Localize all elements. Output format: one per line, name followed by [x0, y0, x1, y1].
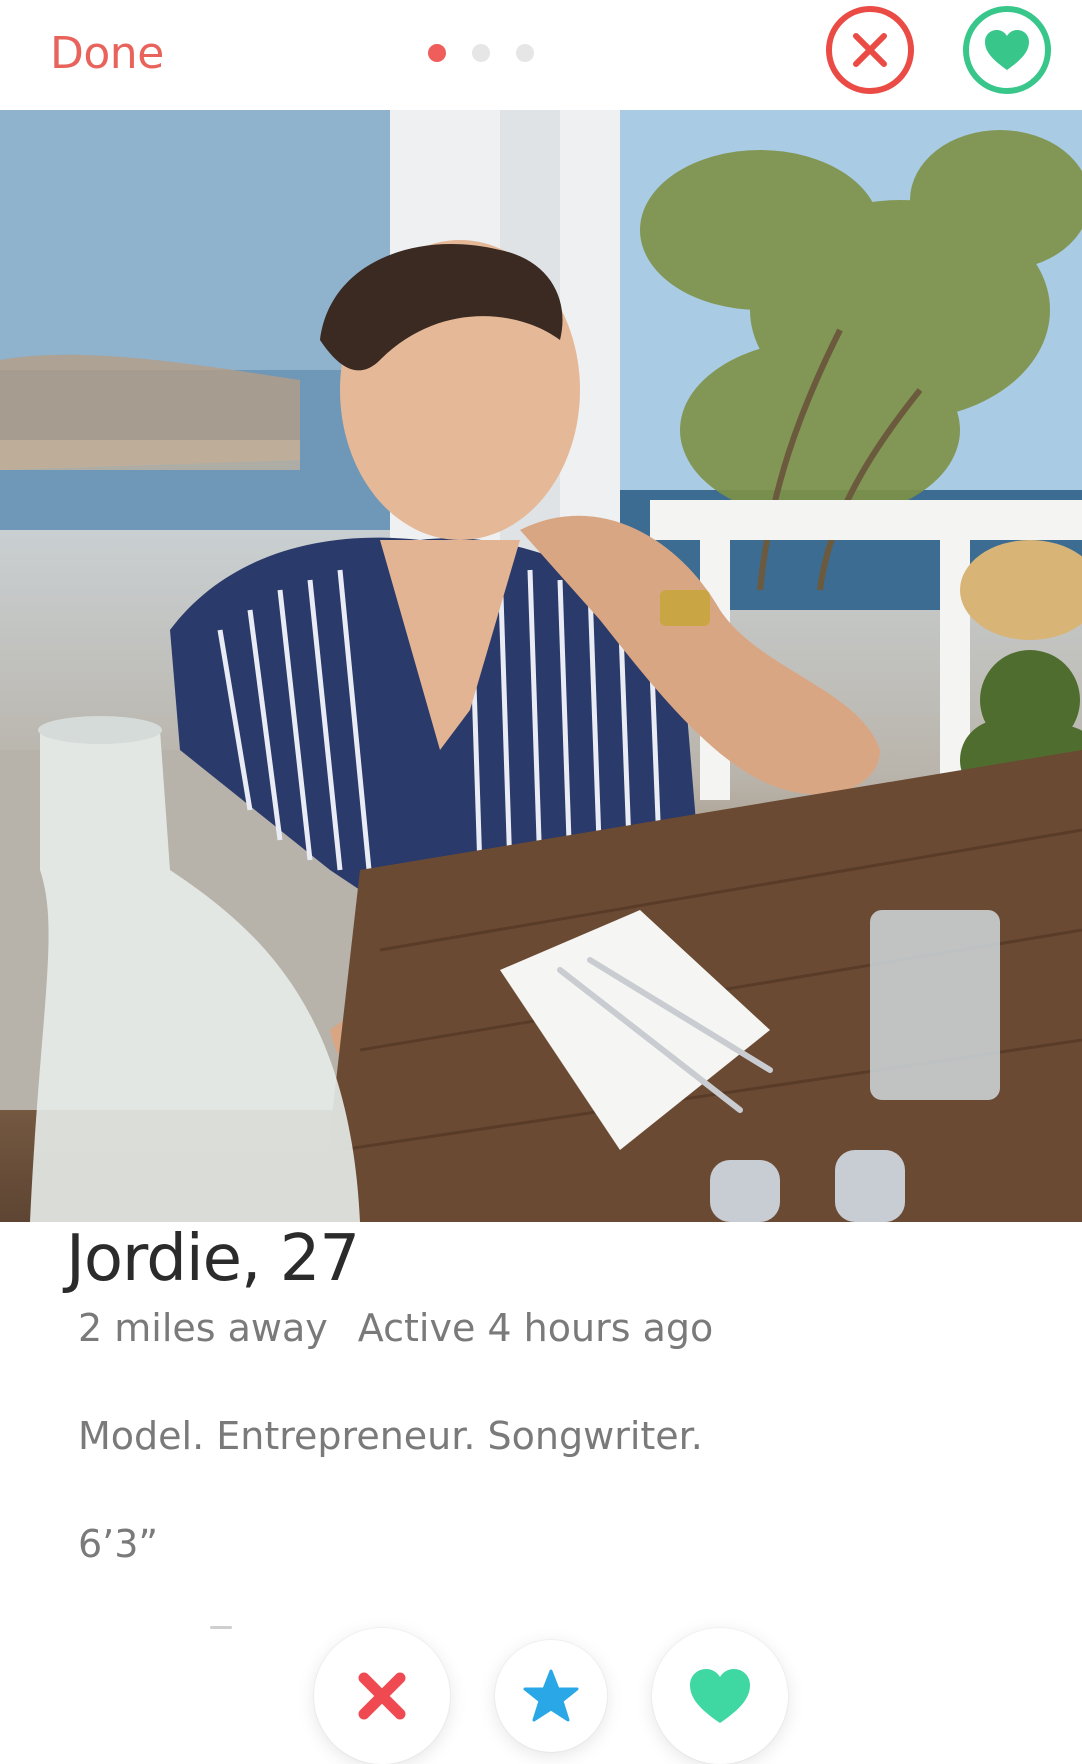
- profile-bio: Model. Entrepreneur. Songwriter.: [78, 1414, 703, 1458]
- photo-indicator-dot[interactable]: [428, 44, 446, 62]
- photo-indicator: [428, 44, 534, 62]
- profile-name-age: Jordie, 27: [66, 1222, 360, 1296]
- profile-height: 6’3”: [78, 1522, 159, 1566]
- like-button[interactable]: [652, 1628, 788, 1764]
- heart-icon: [985, 30, 1029, 70]
- close-icon: [853, 33, 887, 67]
- super-like-button[interactable]: [495, 1640, 607, 1752]
- profile-meta: 2 miles away Active 4 hours ago: [78, 1306, 713, 1350]
- activity-status: Active 4 hours ago: [357, 1306, 714, 1350]
- done-button[interactable]: Done: [50, 28, 164, 79]
- like-top-button[interactable]: [963, 6, 1051, 94]
- profile-photo-illustration: [0, 110, 1082, 1222]
- top-bar: Done: [0, 0, 1082, 110]
- distance-text: 2 miles away: [78, 1306, 328, 1350]
- nope-top-button[interactable]: [826, 6, 914, 94]
- heart-icon: [690, 1669, 750, 1723]
- profile-photo[interactable]: [0, 110, 1082, 1222]
- action-bar: [0, 1628, 1082, 1764]
- photo-indicator-dot[interactable]: [472, 44, 490, 62]
- nope-button[interactable]: [314, 1628, 450, 1764]
- star-icon: [523, 1669, 579, 1722]
- x-icon: [358, 1672, 406, 1720]
- photo-indicator-dot[interactable]: [516, 44, 534, 62]
